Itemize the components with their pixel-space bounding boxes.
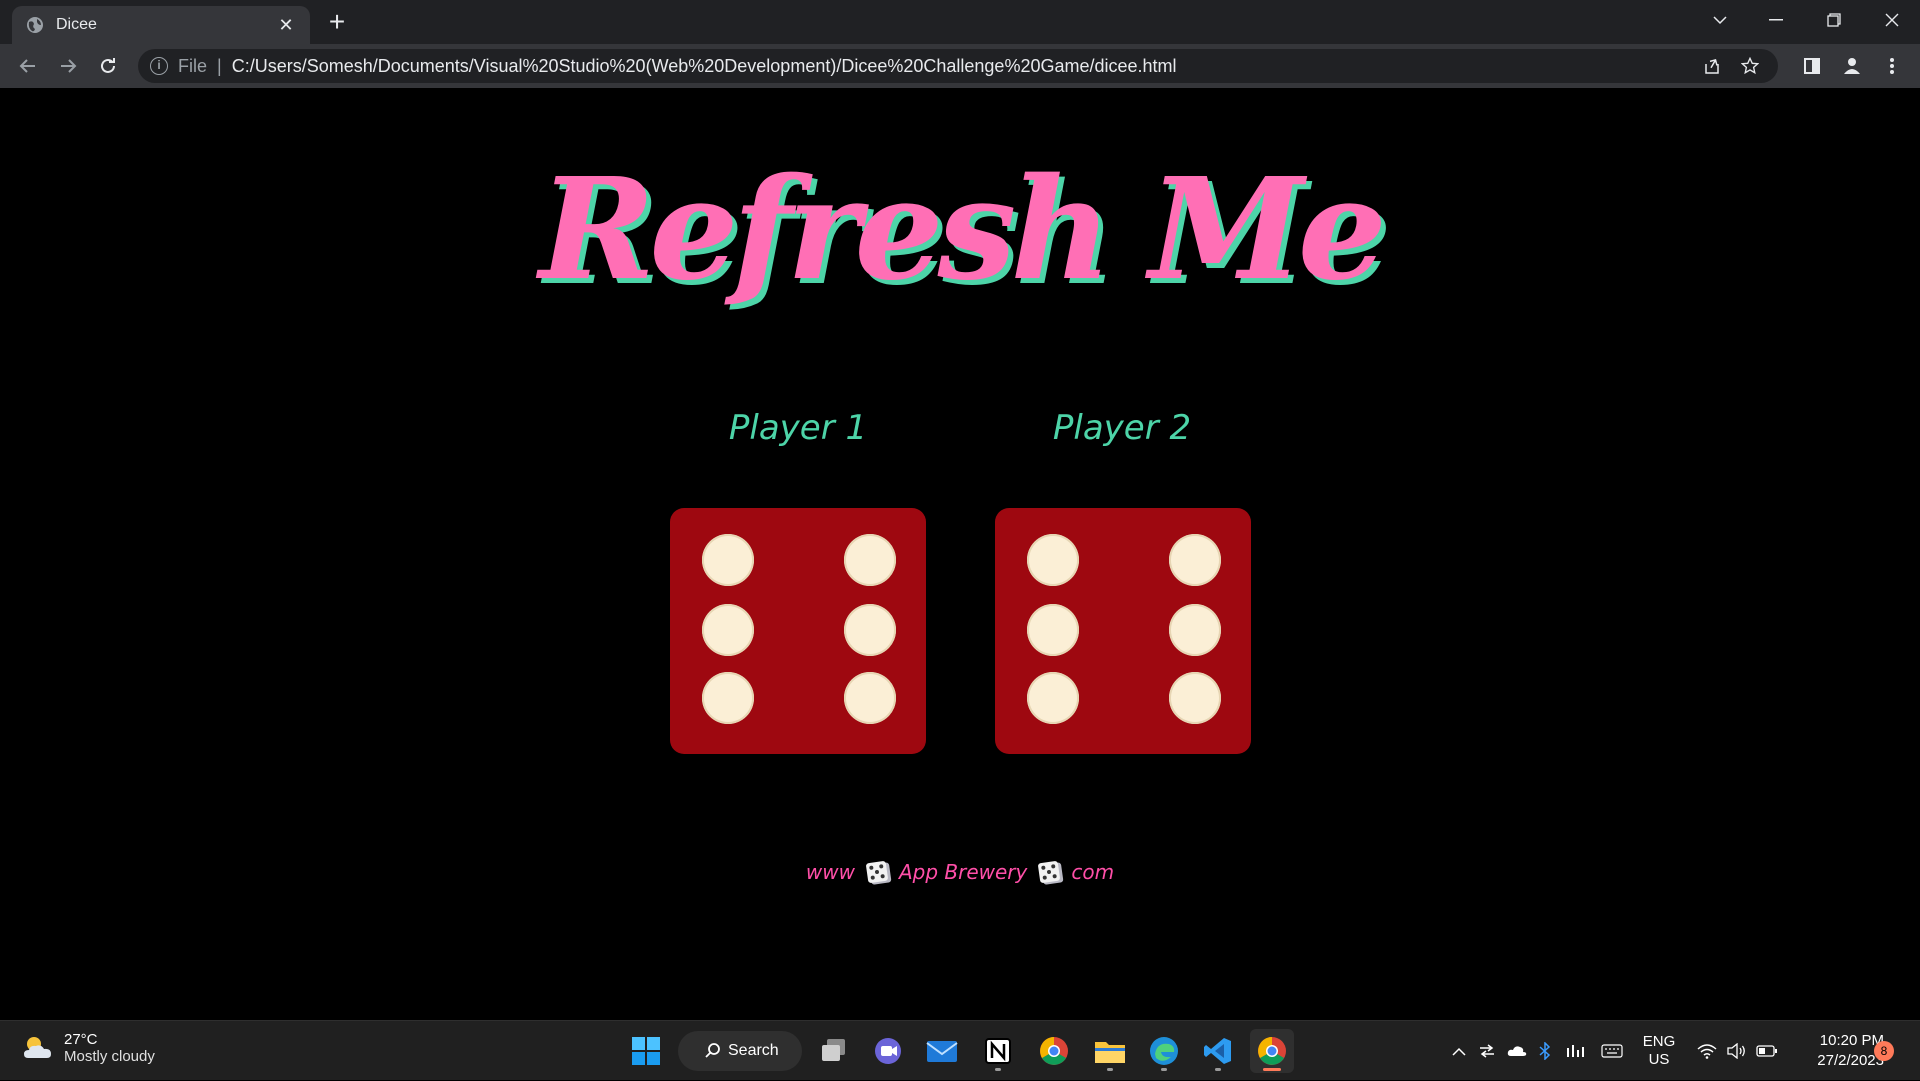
die-pip	[1027, 534, 1079, 586]
task-view-icon	[822, 1039, 845, 1061]
partly-cloudy-icon	[24, 1037, 51, 1058]
address-bar[interactable]: i File | C:/Users/Somesh/Documents/Visua…	[138, 49, 1778, 83]
chrome-icon	[1040, 1037, 1068, 1065]
die-pip	[844, 604, 896, 656]
wifi-icon[interactable]	[1694, 1021, 1720, 1081]
volume-icon[interactable]	[1724, 1021, 1750, 1081]
mail-app[interactable]	[920, 1029, 964, 1073]
language-indicator[interactable]: ENG US	[1636, 1021, 1682, 1081]
player2-die	[995, 508, 1251, 754]
profile-icon[interactable]	[1836, 50, 1868, 82]
arrow-left-icon	[19, 59, 35, 73]
player2-label: Player 2	[1052, 408, 1192, 448]
file-explorer-app[interactable]	[1088, 1029, 1132, 1073]
player1-die	[670, 508, 926, 754]
close-window-button[interactable]	[1864, 0, 1920, 40]
reload-button[interactable]	[92, 50, 124, 82]
onedrive-cloud-icon[interactable]	[1504, 1021, 1530, 1081]
language-code: ENG	[1642, 1033, 1676, 1050]
folder-icon	[1095, 1042, 1125, 1063]
die-pip	[702, 672, 754, 724]
vscode-icon	[1204, 1038, 1231, 1064]
notification-badge[interactable]: 8	[1874, 1041, 1894, 1061]
die-pip	[1027, 672, 1079, 724]
taskbar-search[interactable]: Search	[678, 1031, 802, 1071]
tab-title: Dicee	[56, 16, 97, 33]
mail-icon	[926, 1041, 958, 1062]
globe-icon	[27, 17, 43, 33]
vscode-app[interactable]	[1196, 1029, 1240, 1073]
omnibox-separator: |	[217, 55, 222, 76]
new-tab-button[interactable]: +	[322, 8, 352, 38]
die-pip	[844, 534, 896, 586]
page-title: Refresh Me	[539, 148, 1387, 312]
info-icon[interactable]: i	[150, 57, 168, 75]
weather-condition: Mostly cloudy	[64, 1048, 155, 1065]
bluetooth-icon[interactable]	[1532, 1021, 1558, 1081]
show-hidden-icons-chevron-icon[interactable]	[1446, 1021, 1472, 1081]
die-pip	[1169, 672, 1221, 724]
teams-chat-icon	[875, 1038, 901, 1064]
footer-brand: App Brewery	[898, 860, 1028, 884]
windows-start-icon	[632, 1037, 660, 1065]
page-content: Refresh Me Player 1 Player 2 www App Bre…	[0, 88, 1920, 1020]
browser-toolbar: i File | C:/Users/Somesh/Documents/Visua…	[0, 44, 1920, 88]
browser-tab-strip: Dicee ✕ +	[0, 0, 1920, 44]
menu-kebab-icon[interactable]	[1876, 50, 1908, 82]
bookmark-star-icon[interactable]	[1734, 49, 1766, 83]
forward-button[interactable]	[52, 50, 84, 82]
language-region: US	[1648, 1051, 1670, 1068]
teams-app[interactable]	[866, 1029, 910, 1073]
edge-icon	[1150, 1037, 1178, 1065]
url-text[interactable]: C:/Users/Somesh/Documents/Visual%20Studi…	[232, 56, 1177, 77]
chrome-icon	[1258, 1037, 1286, 1065]
restore-button[interactable]	[1806, 0, 1862, 40]
back-button[interactable]	[12, 50, 44, 82]
notion-icon	[985, 1038, 1011, 1064]
footer-suffix: com	[1071, 860, 1115, 884]
player1-label: Player 1	[728, 408, 868, 448]
arrow-right-icon	[61, 59, 77, 73]
footer: www App Brewery com	[0, 860, 1920, 884]
file-label: File	[178, 55, 208, 76]
network-sharing-icon[interactable]	[1474, 1021, 1500, 1081]
tab-close-icon[interactable]: ✕	[276, 15, 296, 36]
search-icon	[705, 1043, 720, 1058]
share-icon[interactable]	[1696, 49, 1728, 83]
task-view-button[interactable]	[812, 1029, 856, 1073]
keyboard-icon[interactable]	[1598, 1021, 1626, 1081]
windows-taskbar: 27°C Mostly cloudy Search ENG US 10:20 P…	[0, 1020, 1920, 1080]
die-pip	[1027, 604, 1079, 656]
chrome-app[interactable]	[1032, 1029, 1076, 1073]
start-button[interactable]	[624, 1029, 668, 1073]
dice-icon	[865, 860, 889, 884]
clock[interactable]: 10:20 PM 27/2/2023	[1790, 1021, 1884, 1081]
tab-search-chevron-icon[interactable]	[1692, 0, 1748, 40]
reload-icon	[101, 58, 115, 73]
dice-icon	[1038, 860, 1061, 884]
weather-temp: 27°C	[64, 1031, 98, 1048]
die-pip	[1169, 534, 1221, 586]
search-label: Search	[728, 1042, 779, 1059]
die-pip	[702, 604, 754, 656]
weather-widget[interactable]: 27°C Mostly cloudy	[20, 1031, 155, 1065]
footer-prefix: www	[805, 860, 855, 884]
notion-app[interactable]	[976, 1029, 1020, 1073]
edge-app[interactable]	[1142, 1029, 1186, 1073]
chrome-active-app[interactable]	[1250, 1029, 1294, 1073]
die-pip	[702, 534, 754, 586]
side-panel-icon[interactable]	[1796, 50, 1828, 82]
tab-dicee[interactable]: Dicee ✕	[12, 6, 310, 44]
minimize-button[interactable]	[1748, 0, 1804, 40]
performance-icon[interactable]	[1562, 1021, 1588, 1081]
die-pip	[844, 672, 896, 724]
battery-icon[interactable]	[1754, 1021, 1780, 1081]
die-pip	[1169, 604, 1221, 656]
